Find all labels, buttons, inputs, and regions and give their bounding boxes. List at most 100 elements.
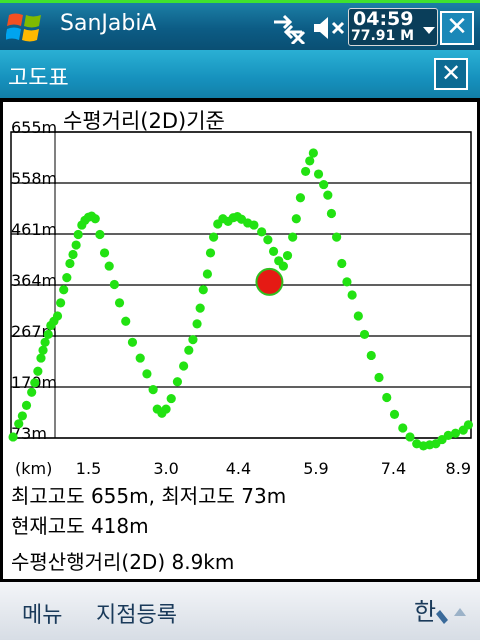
app-title: SanJabiA [60,11,157,36]
altitude-point [202,269,213,279]
altitude-point [263,235,273,245]
altitude-point [71,240,81,250]
altitude-point [90,214,100,224]
altitude-point [282,250,293,261]
status-bar: SanJabiA 04:59 77.91 M ✕ [0,0,480,50]
altitude-point [40,337,50,347]
altitude-point [323,190,333,200]
altitude-point [114,298,125,308]
altitude-point [14,419,24,429]
altitude-point [172,377,183,387]
altitude-point [188,335,198,345]
altitude-point [398,423,408,433]
current-position-marker [255,267,284,296]
altitude-point [36,353,46,363]
altitude-point [179,361,189,371]
altitude-point [62,273,72,283]
altitude-point [463,420,474,430]
app-close-button[interactable]: ✕ [440,11,474,45]
altitude-point [148,385,158,395]
y-tick-label: 558m [11,169,57,188]
chevron-down-icon [423,27,435,34]
altitude-point [366,350,376,361]
altitude-point [52,311,63,321]
y-tick-label: 364m [11,271,57,290]
altitude-point [161,404,171,414]
max-min-altitude: 최고고도 655m, 최저고도 73m [11,484,287,508]
altitude-point [313,169,324,179]
altitude-point [347,290,357,300]
altitude-point [192,319,202,329]
altitude-point [73,229,83,240]
altitude-point [30,378,40,388]
clock-indicator[interactable]: 04:59 77.91 M [348,8,438,46]
current-altitude: 현재고도 418m [11,514,149,538]
altitude-point [288,232,298,242]
clock-time: 04:59 [353,8,414,30]
altitude-point [291,214,301,224]
altitude-point [295,193,306,203]
x-tick-label: 3.0 [153,459,178,478]
altitude-point [198,285,208,295]
altitude-point [104,261,114,271]
x-tick-label: 7.4 [381,459,406,478]
altitude-point [268,246,279,256]
altitude-point [135,353,145,363]
altitude-point [382,392,392,403]
altitude-panel: 655m558m461m364m267m170m73m 1.53.04.45.9… [0,98,480,582]
memory-readout: 77.91 M [351,28,415,44]
altitude-point [65,258,75,269]
altitude-point [257,227,267,237]
x-tick-label: 5.9 [303,459,328,478]
altitude-point [68,249,78,260]
chart-title: 수평거리(2D)기준 [63,109,225,133]
x-tick-label: 1.5 [76,459,101,478]
altitude-point [374,372,384,383]
menu-softkey[interactable]: 메뉴 [22,597,62,629]
x-axis-label: (km) [15,459,52,478]
altitude-point [21,400,32,411]
altitude-point [319,179,329,190]
altitude-point [278,261,288,271]
altitude-point [205,248,216,258]
altitude-point [38,345,48,355]
altitude-point [389,409,400,419]
altitude-point [127,337,138,347]
altitude-point [249,220,259,230]
register-point-softkey[interactable]: 지점등록 [96,597,177,629]
altitude-point [121,316,131,326]
svg-text:한: 한 [414,598,436,626]
altitude-point [332,232,342,242]
volume-muted-icon[interactable] [312,13,346,43]
altitude-point [59,285,69,295]
bottom-menu-bar: 메뉴 지점등록 한 [0,582,480,640]
altitude-point [27,387,37,397]
input-method-icon[interactable]: 한 [412,594,466,628]
connectivity-icon[interactable] [270,12,306,44]
dialog-title: 고도표 [8,66,69,91]
y-tick-label: 461m [11,220,57,239]
altitude-point [99,248,110,258]
x-tick-label: 4.4 [226,459,251,478]
altitude-point [56,298,66,308]
horizontal-distance: 수평산행거리(2D) 8.9km [11,550,235,574]
dialog-close-button[interactable]: ✕ [434,58,468,90]
altitude-point [8,432,18,442]
altitude-point [342,277,352,287]
y-tick-label: 655m [11,118,57,137]
altitude-point [308,148,318,158]
altitude-point [109,279,119,290]
altitude-point [195,303,205,313]
altitude-point [43,329,53,340]
altitude-point [17,411,27,421]
altitude-point [166,393,176,404]
altitude-point [33,366,43,376]
altitude-point [142,369,152,379]
altitude-point [301,166,311,177]
altitude-point [184,345,194,355]
dialog-header: 고도표 ✕ [0,50,480,98]
altitude-point [337,258,347,269]
altitude-point [359,329,370,340]
windows-start-icon[interactable] [6,9,44,45]
altitude-point [326,208,337,219]
